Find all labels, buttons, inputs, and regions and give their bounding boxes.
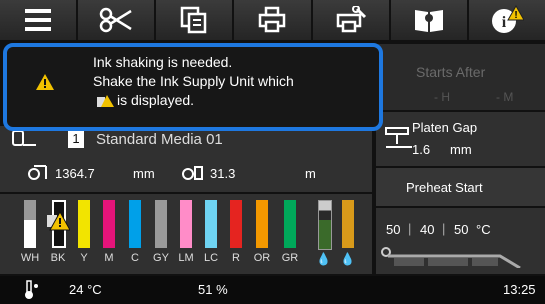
media-length-unit: mm (133, 166, 155, 181)
info-alert-icon: i ! (491, 5, 524, 33)
heater-separator-2: | (442, 221, 446, 236)
popup-line-1: Ink shaking is needed. (93, 54, 233, 70)
ink-drops-icon: 💧 (340, 252, 355, 266)
ink-bar-y (78, 200, 90, 248)
platen-gap-icon (385, 127, 412, 148)
media-thickness-icon (182, 166, 203, 180)
ink-bar-gy (155, 200, 167, 248)
preheat-start-button[interactable]: Preheat Start (376, 168, 545, 206)
maintenance-button[interactable] (312, 0, 391, 40)
thermometer-icon (25, 280, 38, 299)
ink-label-y: Y (80, 252, 88, 264)
ink-label-lc: LC (203, 252, 219, 264)
ink-bar-r (230, 200, 242, 248)
heater-unit: °C (476, 222, 491, 237)
top-toolbar: i ! (0, 0, 545, 40)
ink-label-gy: GY (153, 252, 169, 264)
ink-bar-wh (24, 200, 36, 248)
maintenance-box-indicator (318, 200, 332, 250)
starts-after-panel[interactable]: Starts After - H - M (378, 44, 545, 110)
heater-separator-1: | (408, 221, 412, 236)
ink-bar-lc (205, 200, 217, 248)
ink-bar-m (103, 200, 115, 248)
manual-button[interactable] (390, 0, 469, 40)
media-length-icon (28, 165, 47, 180)
ink-shaking-warning-popup[interactable]: Ink shaking is needed. Shake the Ink Sup… (3, 43, 383, 131)
platen-gap-panel[interactable]: Platen Gap 1.6 mm (376, 112, 545, 166)
media-number-badge: 1 (68, 130, 84, 148)
heater-temp-2: 40 (420, 222, 435, 237)
ink-label-r: R (232, 252, 240, 264)
popup-line-2: Shake the Ink Supply Unit which (93, 73, 294, 89)
warning-icon (36, 74, 54, 90)
media-thickness-unit: m (305, 166, 316, 181)
heater-temp-1: 50 (386, 222, 401, 237)
ink-bar-c (129, 200, 141, 248)
starts-after-label: Starts After (416, 64, 486, 80)
maintenance-icon (336, 6, 366, 33)
menu-button[interactable] (0, 0, 79, 40)
print-button[interactable] (234, 0, 313, 40)
svg-text:!: ! (514, 10, 517, 21)
ink-drop-icon: 💧 (316, 252, 331, 266)
humidity-value: 51 % (198, 282, 228, 297)
starts-after-minutes: - M (496, 90, 514, 104)
ink-bar-gr (284, 200, 296, 248)
copy-icon (181, 6, 207, 34)
media-roll-icon (12, 130, 36, 146)
ink-label-lm: LM (178, 252, 194, 264)
ink-label-gr: GR (281, 252, 299, 264)
cutter-button[interactable] (78, 0, 157, 40)
starts-after-hours: - H (434, 90, 450, 104)
ink-bar-or (256, 200, 268, 248)
popup-line-3: is displayed. (117, 92, 195, 108)
ink-label-or: OR (253, 252, 271, 264)
ink-label-bk: BK (50, 252, 66, 264)
cutter-icon (99, 7, 132, 33)
ink-label-wh: WH (20, 252, 40, 264)
media-length-value: 1364.7 (55, 166, 95, 181)
manual-icon (414, 10, 443, 32)
platen-gap-value: 1.6 (412, 142, 431, 157)
bk-shake-warning-icon (47, 210, 70, 231)
heater-panel[interactable]: 50 | 40 | 50 °C (376, 208, 545, 274)
menu-icon (25, 9, 52, 31)
print-icon (259, 6, 286, 33)
status-bar: 24 °C 51 % 13:25 (0, 276, 545, 304)
ink-label-m: M (104, 252, 114, 264)
clock: 13:25 (503, 282, 536, 297)
copy-button[interactable] (156, 0, 235, 40)
heater-diagram-icon (381, 247, 521, 268)
info-alert-button[interactable]: i ! (468, 0, 545, 40)
media-thickness-value: 31.3 (210, 166, 236, 181)
ink-bar-lm (180, 200, 192, 248)
shake-ink-icon (97, 95, 114, 107)
divider (372, 110, 376, 276)
media-panel[interactable]: 1 Standard Media 01 1364.7 mm 31.3 m (0, 126, 372, 192)
temperature-value: 24 °C (69, 282, 102, 297)
media-name: Standard Media 01 (96, 131, 223, 148)
heater-temp-3: 50 (454, 222, 469, 237)
ink-label-c: C (131, 252, 139, 264)
waste-ink-indicator (342, 200, 354, 248)
svg-text:i: i (502, 14, 507, 31)
preheat-start-label: Preheat Start (406, 180, 483, 195)
platen-gap-unit: mm (450, 142, 472, 157)
platen-gap-label: Platen Gap (412, 120, 478, 135)
